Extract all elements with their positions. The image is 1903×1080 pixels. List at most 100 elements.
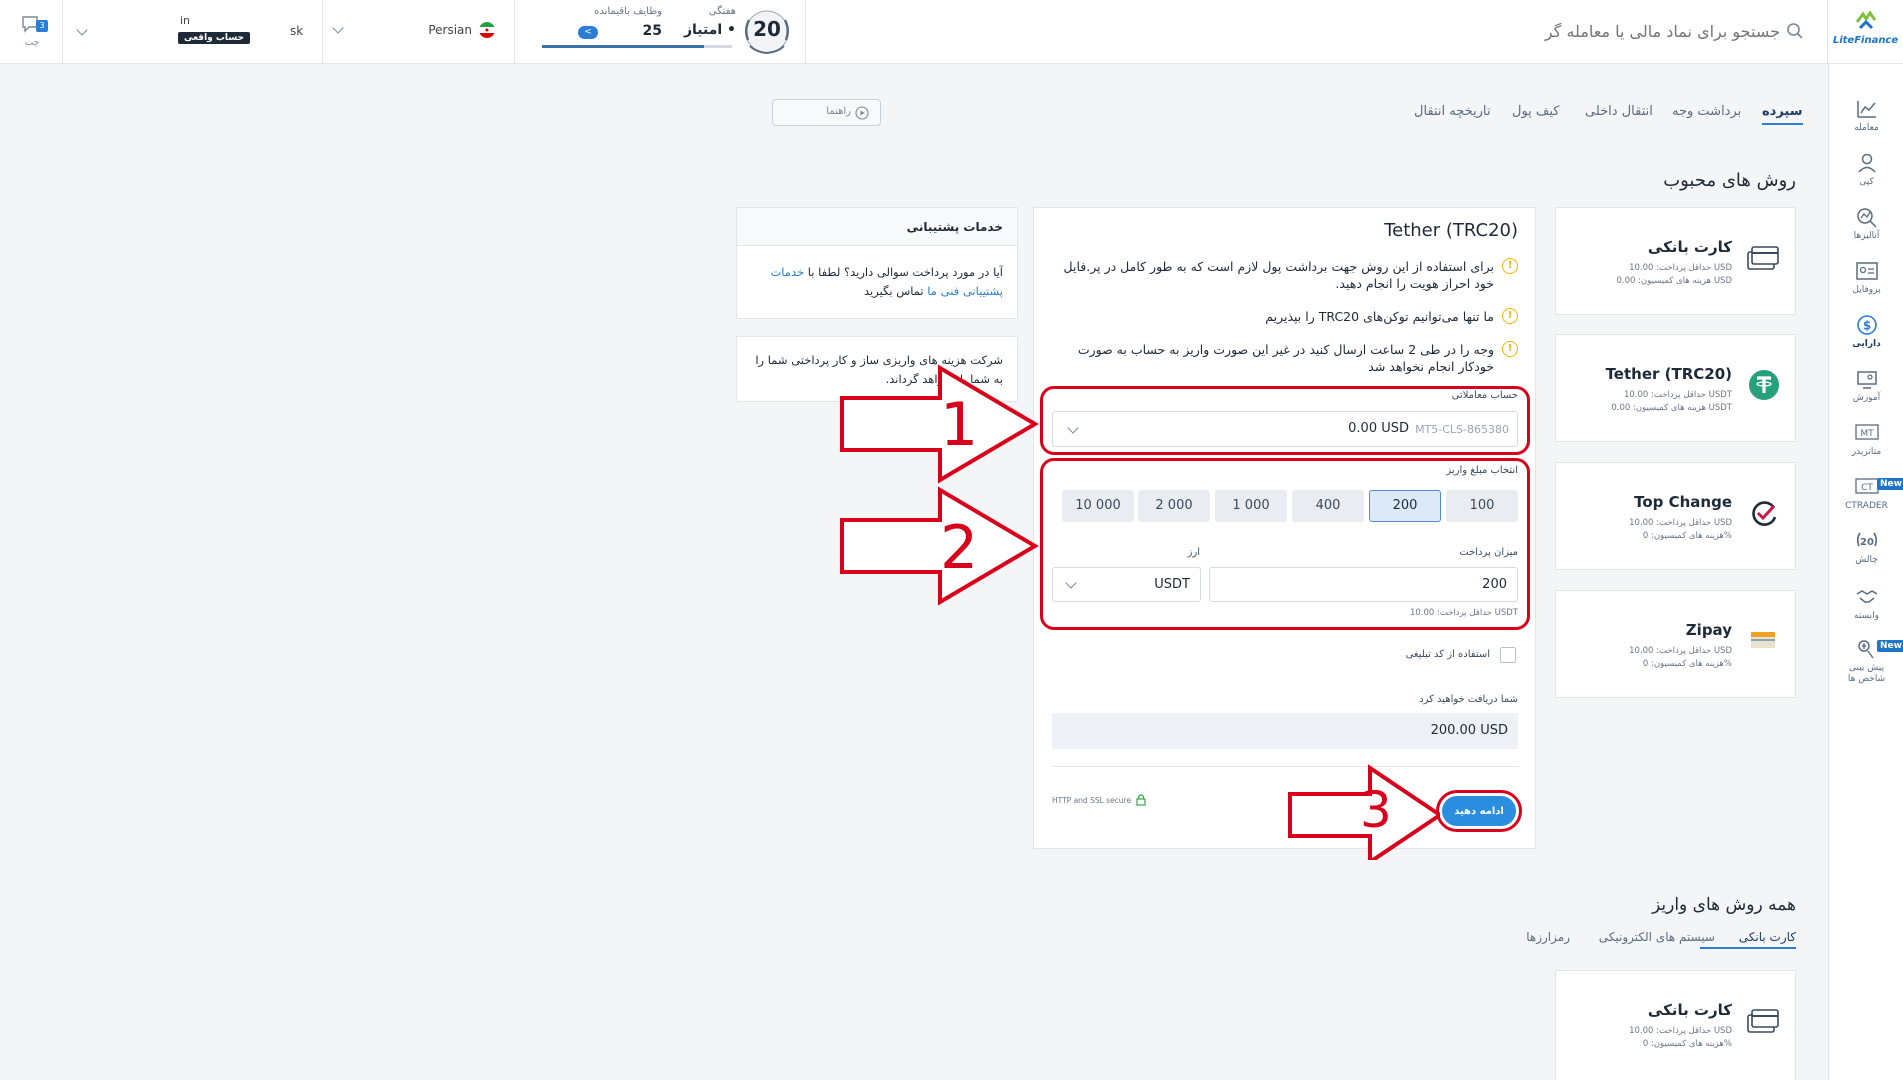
svg-text:MT: MT bbox=[1860, 429, 1874, 439]
svg-text:$: $ bbox=[1862, 319, 1870, 333]
tab-withdraw[interactable]: برداشت وجه bbox=[1672, 104, 1741, 119]
topchange-icon bbox=[1752, 501, 1777, 526]
sidebar-item-copy[interactable]: کپی bbox=[1829, 152, 1903, 187]
method-card-zipay[interactable]: Zipay حداقل پرداخت: 10.00 USD هزینه های … bbox=[1555, 590, 1796, 698]
search-input[interactable] bbox=[1320, 18, 1780, 44]
education-icon bbox=[1856, 371, 1877, 389]
method-card-tether[interactable]: Tether (TRC20) حداقل پرداخت: 10.00 USDT … bbox=[1555, 334, 1796, 442]
sidebar-item-metatrader[interactable]: MT متاتریدر bbox=[1829, 422, 1903, 457]
tab-wallet[interactable]: کیف پول bbox=[1512, 104, 1559, 119]
method-fee: هزینه های کمیسیون: 0% bbox=[1642, 1039, 1732, 1049]
method-fee: هزینه های کمیسیون: 0% bbox=[1642, 659, 1732, 669]
support-title: خدمات پشتیبانی bbox=[906, 220, 1003, 234]
analytics-icon bbox=[1856, 208, 1877, 228]
search-icon[interactable] bbox=[1786, 22, 1804, 40]
tasks-progress-track bbox=[542, 45, 732, 48]
sidebar-item-profile[interactable]: پروفایل bbox=[1829, 260, 1903, 295]
score-text: • امتیاز bbox=[683, 22, 736, 38]
account-selector[interactable]: sk in حساب واقعی bbox=[70, 10, 320, 54]
method-fee: هزینه های کمیسیون: 0% bbox=[1642, 531, 1732, 541]
sidebar-item-challenge[interactable]: 20 چالش bbox=[1829, 530, 1903, 565]
sidebar-item-analytics[interactable]: آنالیزها bbox=[1829, 206, 1903, 241]
new-badge: New bbox=[1877, 640, 1903, 652]
method-fee: هزینه های کمیسیون: 0.00 USDT bbox=[1611, 403, 1732, 413]
warning-text: برای استفاده از این روش جهت برداشت پول ل… bbox=[1063, 259, 1494, 291]
method-fee: هزینه های کمیسیون: 0.00 USD bbox=[1616, 276, 1732, 286]
play-circle-icon bbox=[855, 106, 869, 120]
prediction-icon bbox=[1857, 640, 1874, 659]
chat-label: چت bbox=[24, 38, 40, 48]
method-card-bank[interactable]: کارت بانکی حداقل پرداخت: 10.00 USD هزینه… bbox=[1555, 207, 1796, 315]
right-sidebar: معامله کپی آنالیزها پروفایل $ دارایی آمو… bbox=[1828, 64, 1903, 1080]
chevron-down-icon bbox=[332, 22, 344, 34]
sidebar-item-trade[interactable]: معامله bbox=[1829, 98, 1903, 133]
logo[interactable]: LiteFinance bbox=[1828, 10, 1903, 54]
top-header: LiteFinance 20 هفتگی • امتیاز وظایف باقی… bbox=[0, 0, 1903, 64]
form-title: Tether (TRC20) bbox=[1384, 220, 1518, 241]
guide-label: راهنما bbox=[826, 106, 851, 117]
method-min: حداقل پرداخت: 10.00 USD bbox=[1629, 646, 1732, 656]
all-methods-card-bank[interactable]: کارت بانکی حداقل پرداخت: 10.00 USD هزینه… bbox=[1555, 970, 1796, 1080]
method-min: حداقل پرداخت: 10.00 USD bbox=[1629, 518, 1732, 528]
annotation-arrow-1 bbox=[840, 364, 1039, 484]
method-min: حداقل پرداخت: 10.00 USD bbox=[1629, 263, 1732, 273]
method-min: حداقل پرداخت: 10.00 USDT bbox=[1623, 390, 1732, 400]
sidebar-item-prediction[interactable]: پیش بینی شاخص ها New bbox=[1829, 638, 1903, 685]
logo-icon bbox=[1855, 10, 1876, 30]
score-badge: 20 bbox=[753, 17, 781, 41]
score-widget[interactable]: 20 هفتگی • امتیاز وظایف باقیمانده 25 < bbox=[540, 0, 805, 64]
warning-icon: ! bbox=[1502, 341, 1518, 357]
sidebar-item-education[interactable]: آموزش bbox=[1829, 368, 1903, 403]
guide-button[interactable]: راهنما bbox=[772, 99, 881, 126]
all-methods-title: همه روش های واریز bbox=[1652, 895, 1796, 915]
sidebar-item-assets[interactable]: $ دارایی bbox=[1829, 314, 1903, 349]
popular-methods-title: روش های محبوب bbox=[1663, 170, 1796, 191]
method-name: کارت بانکی bbox=[1647, 1001, 1732, 1019]
language-label: Persian bbox=[428, 23, 472, 37]
chart-icon bbox=[1856, 101, 1876, 118]
user-icon bbox=[1857, 153, 1876, 173]
promo-checkbox[interactable] bbox=[1500, 647, 1516, 663]
account-name: in bbox=[180, 14, 191, 27]
tasks-count: 25 bbox=[642, 23, 662, 39]
tasks-arrow-button[interactable]: < bbox=[578, 26, 598, 39]
annotation-arrow-2 bbox=[840, 486, 1039, 606]
logo-text: LiteFinance bbox=[1832, 35, 1899, 46]
method-name: Tether (TRC20) bbox=[1605, 365, 1732, 383]
weekly-label: هفتگی bbox=[708, 6, 736, 17]
bank-card-icon bbox=[1747, 1009, 1779, 1033]
challenge-icon: 20 bbox=[1856, 532, 1877, 548]
tab-deposit[interactable]: سپرده bbox=[1762, 104, 1803, 125]
chevron-down-icon bbox=[76, 24, 88, 36]
dollar-icon: $ bbox=[1856, 315, 1877, 335]
annotation-number-2: 2 bbox=[940, 513, 979, 583]
tasks-label: وظایف باقیمانده bbox=[594, 6, 662, 17]
tab-transfer-history[interactable]: تاریخچه انتقال bbox=[1414, 104, 1491, 119]
annotation-number-3: 3 bbox=[1360, 781, 1392, 839]
tab-internal-transfer[interactable]: انتقال داخلی bbox=[1585, 104, 1653, 119]
all-tab-e-systems[interactable]: سیستم های الکترونیکی bbox=[1560, 930, 1715, 944]
annotation-arrows bbox=[840, 364, 1440, 860]
language-selector[interactable]: Persian bbox=[330, 18, 514, 46]
annotation-box-3 bbox=[1436, 790, 1522, 832]
support-card: خدمات پشتیبانی آیا در مورد پرداخت سوالی … bbox=[736, 207, 1018, 319]
handshake-icon bbox=[1856, 590, 1877, 603]
iran-flag-icon bbox=[479, 22, 495, 38]
warning-text: ما تنها می‌توانیم توکن‌های TRC20 را بپذی… bbox=[1265, 309, 1494, 324]
zipay-icon bbox=[1751, 632, 1775, 648]
tether-icon bbox=[1749, 370, 1779, 400]
profile-card-icon bbox=[1855, 262, 1878, 280]
annotation-number-1: 1 bbox=[940, 390, 979, 460]
new-badge: New bbox=[1877, 478, 1903, 490]
mt-icon: MT bbox=[1854, 424, 1879, 440]
method-card-topchange[interactable]: Top Change حداقل پرداخت: 10.00 USD هزینه… bbox=[1555, 462, 1796, 570]
chat-count-badge: 3 bbox=[36, 20, 48, 32]
method-min: حداقل پرداخت: 10.00 USD bbox=[1629, 1026, 1732, 1036]
sidebar-item-ctrader[interactable]: CT CTRADER New bbox=[1829, 476, 1903, 511]
sidebar-item-affiliate[interactable]: وابسته bbox=[1829, 586, 1903, 621]
chat-button[interactable]: 3 چت bbox=[14, 14, 50, 54]
receive-amount-value: 200.00 USD bbox=[1430, 723, 1508, 738]
svg-text:20: 20 bbox=[1860, 537, 1874, 548]
method-name: کارت بانکی bbox=[1647, 238, 1732, 256]
all-tab-crypto[interactable]: رمزارزها bbox=[1470, 930, 1570, 944]
